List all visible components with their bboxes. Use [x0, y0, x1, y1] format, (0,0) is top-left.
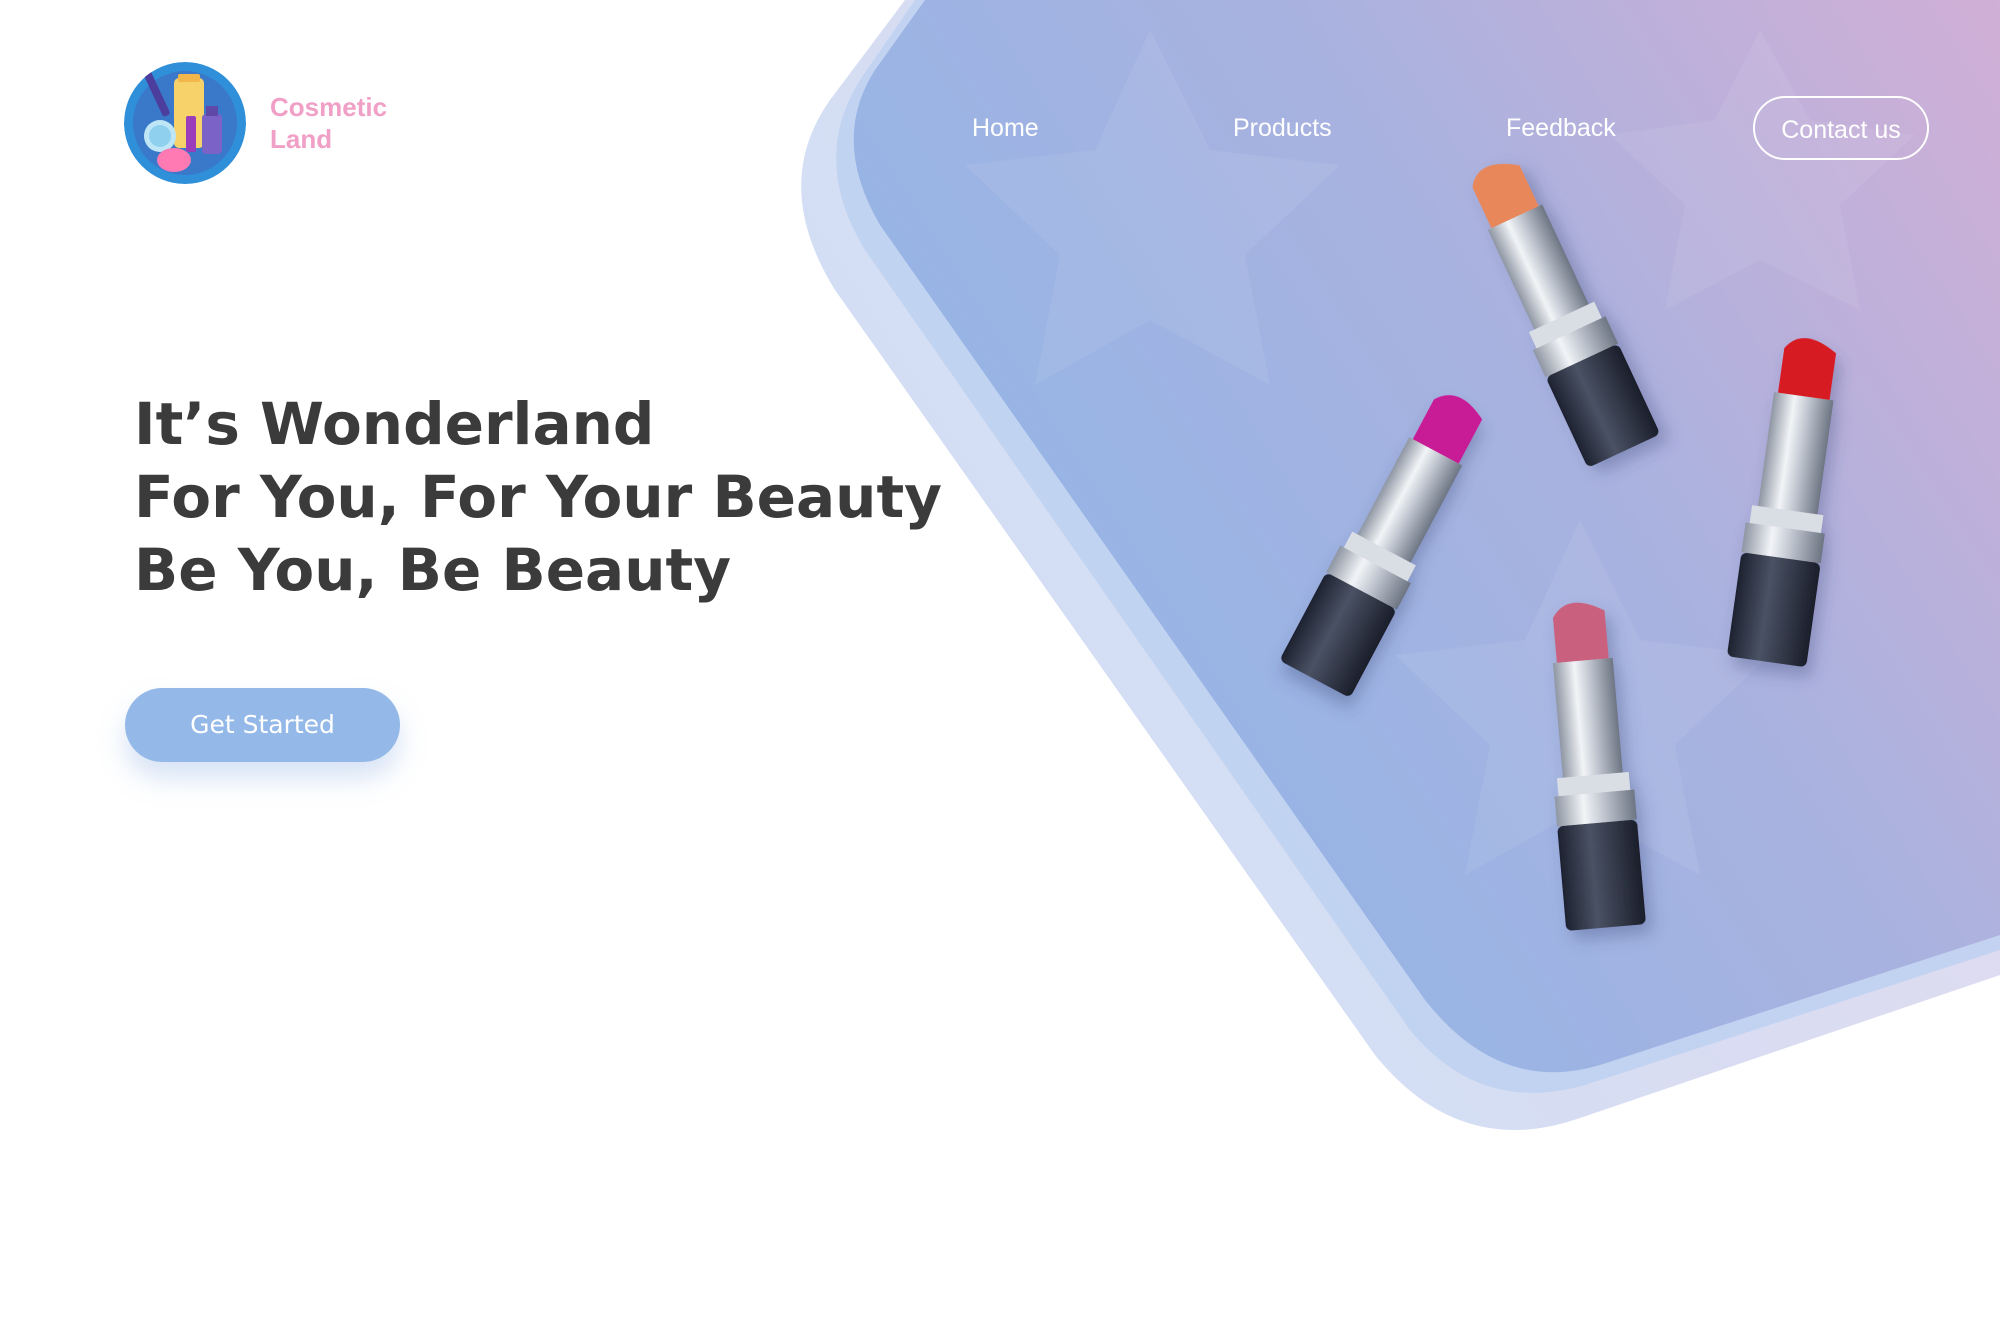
main-navigation: Home Products Feedback Contact us — [0, 96, 2000, 160]
hero-headline: It’s Wonderland For You, For Your Beauty… — [134, 388, 942, 607]
hero-line-2: For You, For Your Beauty — [134, 463, 942, 531]
nav-home-link[interactable]: Home — [972, 96, 1039, 160]
nav-products-link[interactable]: Products — [1233, 96, 1332, 160]
lipstick-orange — [1472, 163, 1659, 466]
hero-line-3: Be You, Be Beauty — [134, 536, 732, 604]
lipstick-magenta — [1281, 395, 1483, 696]
lipstick-pink — [1552, 602, 1646, 931]
lipstick-red — [1727, 338, 1837, 667]
get-started-button[interactable]: Get Started — [125, 688, 400, 762]
hero-line-1: It’s Wonderland — [134, 390, 655, 458]
nav-feedback-link[interactable]: Feedback — [1506, 96, 1616, 160]
lipsticks-illustration — [1281, 163, 1837, 931]
contact-us-button[interactable]: Contact us — [1753, 96, 1929, 160]
